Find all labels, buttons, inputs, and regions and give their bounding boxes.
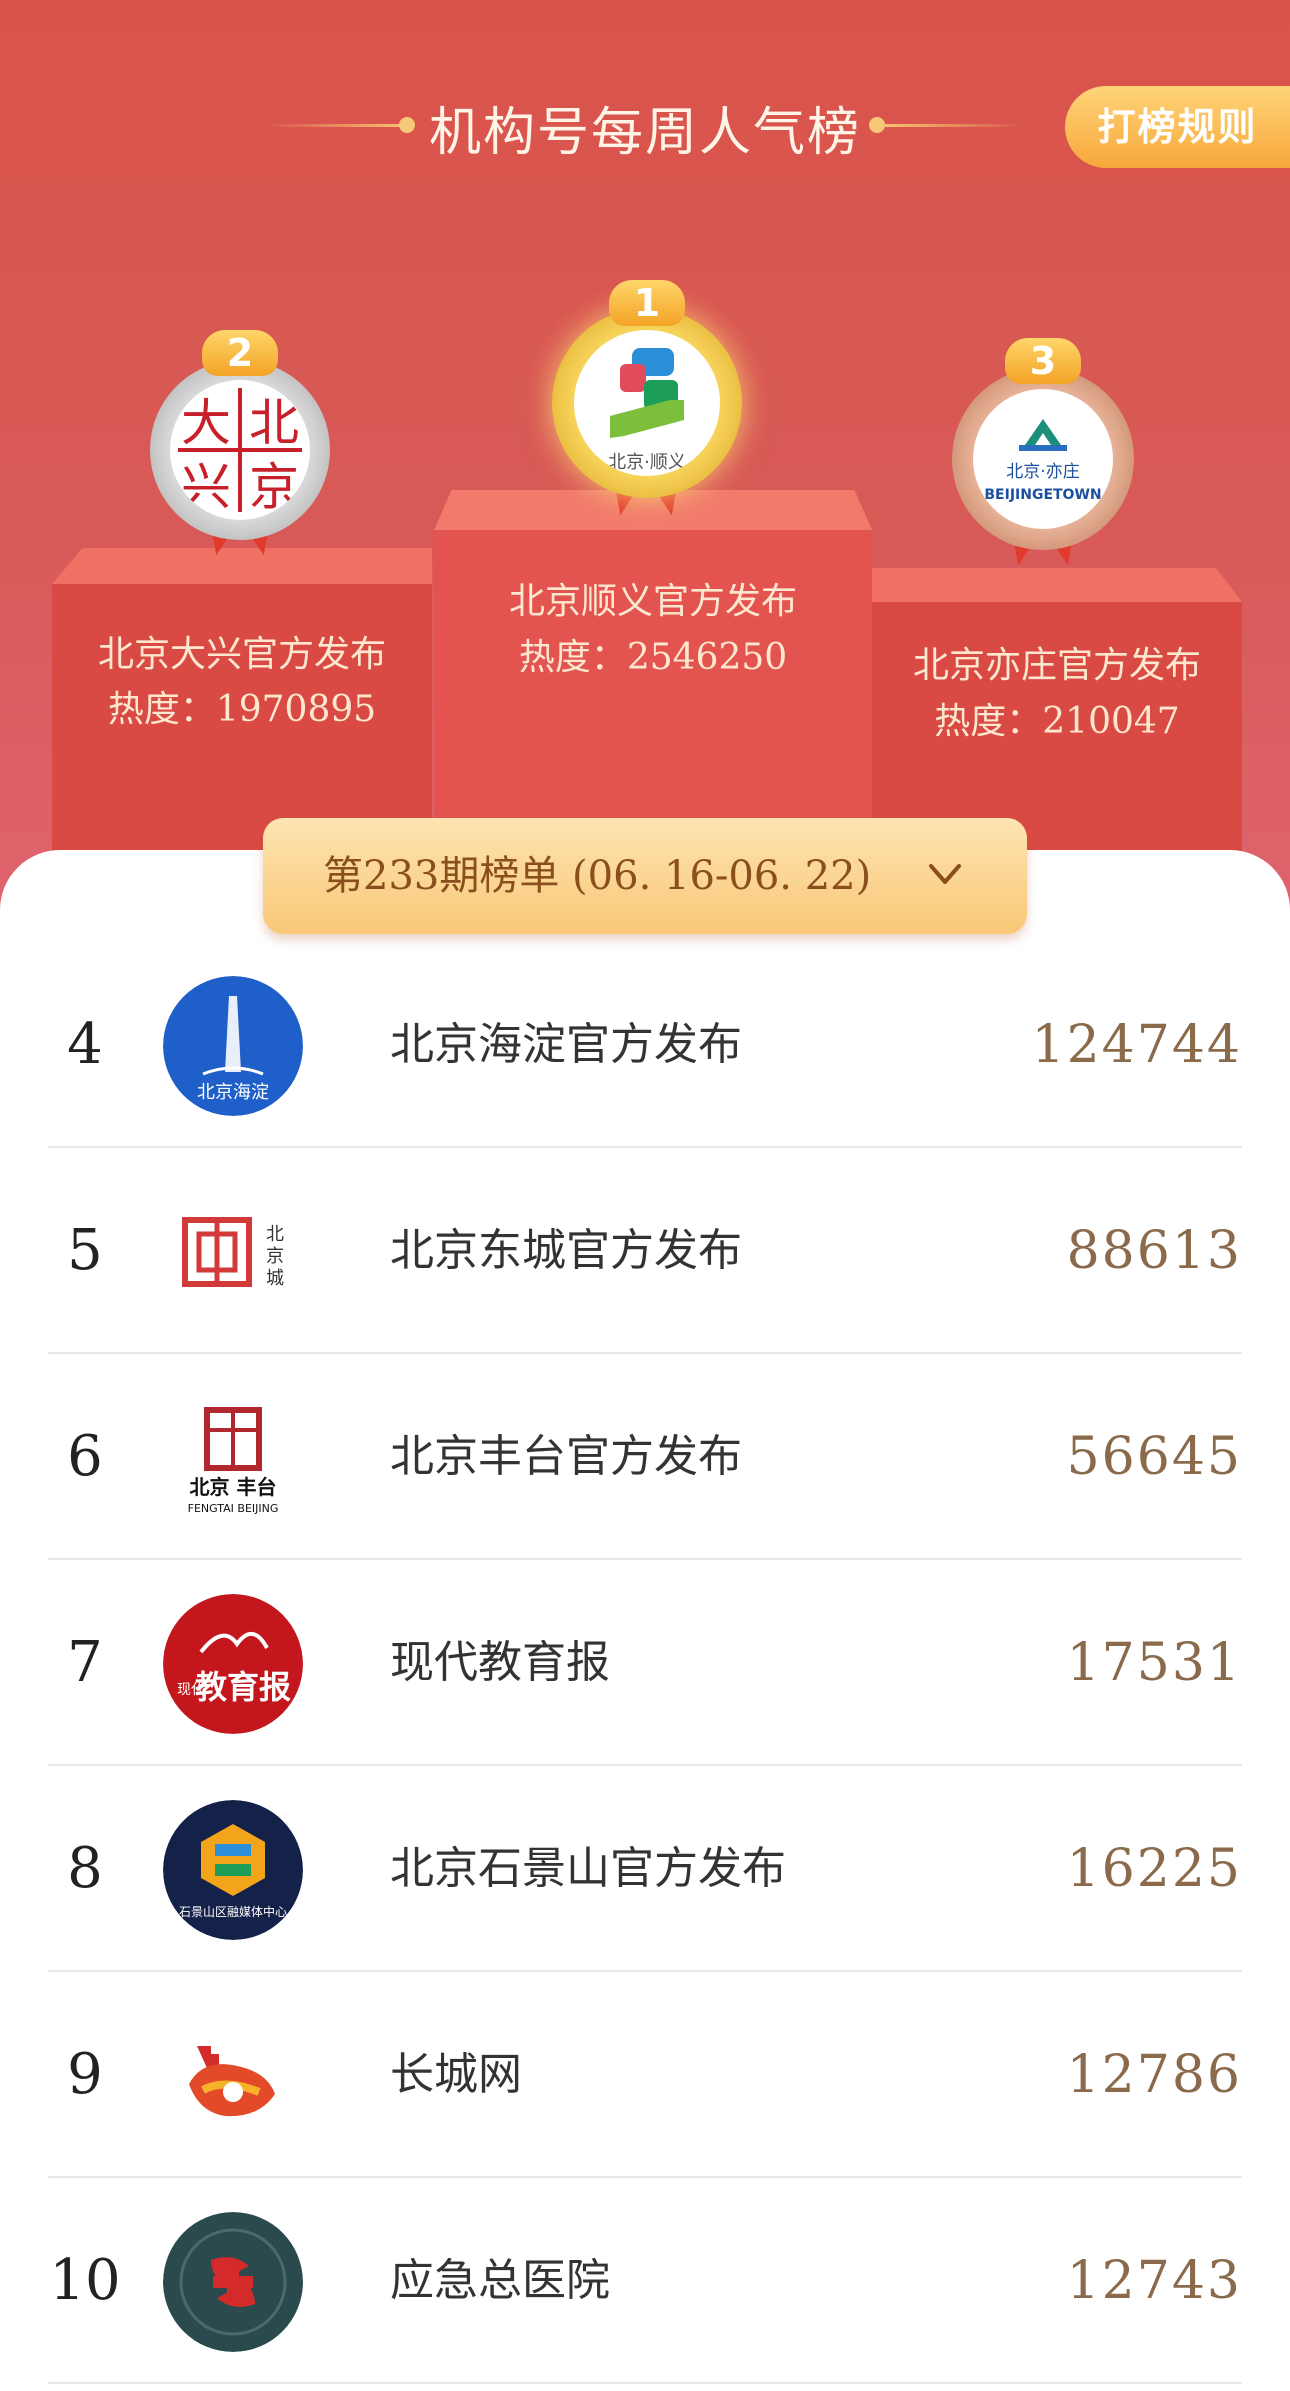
svg-text:教育报: 教育报 (195, 1668, 291, 1706)
rank-number: 5 (67, 1218, 103, 1283)
list-item[interactable]: 4 北京海淀 北京海淀官方发布 124744 (0, 942, 1290, 1148)
svg-text:北京 丰台: 北京 丰台 (190, 1475, 277, 1499)
svg-text:北京海淀: 北京海淀 (197, 1082, 269, 1103)
heat-value: 88613 (1066, 1221, 1242, 1281)
period-label: 第233期榜单 (06. 16-06. 22) (323, 853, 872, 899)
heat-value: 56645 (1066, 1427, 1242, 1487)
medal-second[interactable]: 大 北 兴 京 2 (150, 330, 330, 570)
podium-third-name[interactable]: 北京亦庄官方发布 (872, 636, 1242, 688)
title-decor-dot-right (869, 117, 885, 133)
daxing-logo-icon: 大 北 兴 京 (170, 380, 310, 520)
svg-text:大: 大 (181, 394, 231, 452)
chevron-down-icon (929, 864, 961, 884)
medal-third[interactable]: 北京·亦庄 BEIJINGETOWN 3 (952, 338, 1134, 578)
heat-value: 17531 (1066, 1633, 1242, 1693)
svg-text:石景山区融媒体中心: 石景山区融媒体中心 (179, 1904, 287, 1919)
account-name[interactable]: 北京石景山官方发布 (390, 1766, 786, 1972)
dongcheng-logo-icon: 北 京 城 (163, 1182, 303, 1322)
account-name[interactable]: 现代教育报 (390, 1560, 610, 1766)
medal-rank-badge: 2 (202, 330, 278, 376)
account-name[interactable]: 北京东城官方发布 (390, 1148, 742, 1354)
rank-number: 6 (67, 1424, 103, 1489)
podium-first-heat: 热度：2546250 (518, 637, 788, 678)
svg-text:北: 北 (249, 394, 299, 452)
account-name[interactable]: 北京海淀官方发布 (390, 942, 742, 1148)
hospital-logo-icon (163, 2212, 303, 2352)
rank-number: 4 (67, 1012, 103, 1077)
medal-rank-badge: 3 (1005, 338, 1081, 384)
medal-first[interactable]: 北京·顺义 1 (552, 280, 742, 520)
hero-banner: 机构号每周人气榜 打榜规则 北京大兴官方发布 热度：1970895 北京顺义官方… (0, 0, 1290, 945)
rank-number: 7 (67, 1630, 103, 1695)
svg-text:北京·亦庄: 北京·亦庄 (1006, 462, 1079, 482)
rank-number: 8 (67, 1836, 103, 1901)
heat-value: 12786 (1066, 2045, 1242, 2105)
list-item[interactable]: 6 北京 丰台 FENGTAI BEIJING 北京丰台官方发布 56645 (0, 1354, 1290, 1560)
svg-text:北京·顺义: 北京·顺义 (608, 452, 686, 473)
haidian-logo-icon: 北京海淀 (163, 976, 303, 1116)
podium-second-heat: 热度：1970895 (107, 689, 377, 730)
podium-third-heat: 热度：210047 (934, 701, 1180, 742)
ranking-rules-button[interactable]: 打榜规则 (1065, 86, 1290, 168)
list-item[interactable]: 8 石景山区融媒体中心 北京石景山官方发布 16225 (0, 1766, 1290, 1972)
svg-text:京: 京 (266, 1246, 284, 1267)
podium-first-name[interactable]: 北京顺义官方发布 (434, 572, 872, 624)
svg-text:BEIJINGETOWN: BEIJINGETOWN (984, 487, 1101, 503)
ranking-list: 4 北京海淀 北京海淀官方发布 124744 5 北 京 城 北京东城官方发布 … (0, 942, 1290, 2384)
svg-text:城: 城 (266, 1268, 284, 1289)
shijingshan-logo-icon: 石景山区融媒体中心 (163, 1800, 303, 1940)
heat-value: 12743 (1066, 2251, 1242, 2311)
rank-number: 10 (49, 2248, 121, 2313)
yizhuang-logo-icon: 北京·亦庄 BEIJINGETOWN (973, 389, 1113, 529)
shunyi-logo-icon: 北京·顺义 (574, 330, 720, 476)
medal-rank-badge: 1 (609, 280, 685, 326)
title-decor-line-right (885, 124, 1025, 127)
fengtai-logo-icon: 北京 丰台 FENGTAI BEIJING (163, 1388, 303, 1528)
podium-second-name[interactable]: 北京大兴官方发布 (52, 625, 432, 677)
list-item[interactable]: 5 北 京 城 北京东城官方发布 88613 (0, 1148, 1290, 1354)
account-name[interactable]: 应急总医院 (390, 2178, 610, 2384)
great-wall-logo-icon (163, 2006, 303, 2146)
education-news-logo-icon: 现代 教育报 (163, 1594, 303, 1734)
account-name[interactable]: 北京丰台官方发布 (390, 1354, 742, 1560)
list-item[interactable]: 9 长城网 12786 (0, 1972, 1290, 2178)
list-item[interactable]: 10 应急总医院 12743 (0, 2178, 1290, 2384)
heat-value: 124744 (1031, 1015, 1242, 1075)
list-item[interactable]: 7 现代 教育报 现代教育报 17531 (0, 1560, 1290, 1766)
heat-value: 16225 (1066, 1839, 1242, 1899)
svg-text:FENGTAI BEIJING: FENGTAI BEIJING (188, 1502, 279, 1515)
account-name[interactable]: 长城网 (390, 1972, 522, 2178)
row-divider (48, 2382, 1242, 2384)
svg-text:北: 北 (266, 1224, 284, 1245)
period-selector[interactable]: 第233期榜单 (06. 16-06. 22) (263, 818, 1027, 934)
rank-number: 9 (67, 2042, 103, 2107)
